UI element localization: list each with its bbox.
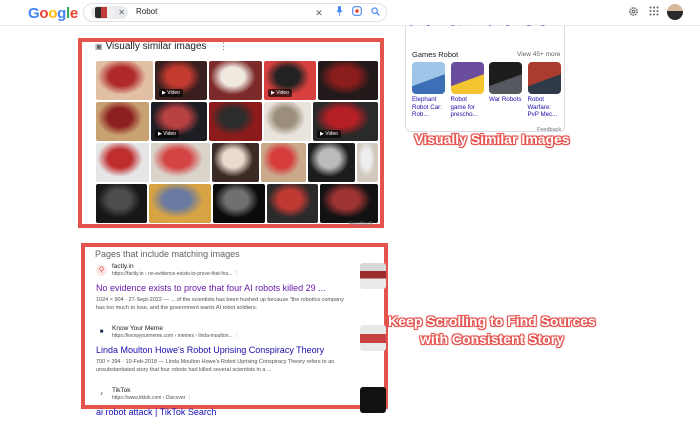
game-thumbnail[interactable] [412,62,445,94]
result-title-link[interactable]: No evidence exists to prove that four AI… [96,283,326,293]
result-url[interactable]: https://www.tiktok.com › Discover ⋮ [112,395,192,401]
similar-image[interactable] [320,184,378,223]
similar-image[interactable] [149,184,211,223]
section-title: ▣ Visually similar images [95,41,207,52]
game-card[interactable]: Robot Warfare: PvP Mec... [527,62,561,119]
similar-image[interactable] [357,143,378,182]
mic-icon[interactable] [332,6,346,20]
similar-image[interactable] [96,61,153,100]
result-snippet: 700 × 394 · 10-Feb-2018 — Linda Moulton … [96,359,335,373]
logo-letter: G [28,5,40,22]
similar-image[interactable] [267,184,318,223]
image-icon: ▣ [95,42,103,51]
similar-image[interactable] [96,143,149,182]
similar-image[interactable] [212,143,259,182]
game-label[interactable]: Robot Warfare: PvP Mec... [528,96,561,119]
video-badge: ▶ Video [268,89,292,97]
search-icon[interactable] [368,6,382,20]
feedback-link[interactable]: Feedback [349,221,373,227]
result-site-name[interactable]: TikTok [112,387,131,394]
search-result[interactable]: Qfactly.in https://factly.in › no-evidenc… [96,263,386,323]
similar-image[interactable]: ▶ Video [155,61,207,100]
section-title: Pages that include matching images [95,249,240,259]
more-options-icon[interactable]: ⋮ [219,41,228,52]
site-favicon-icon: ♪ [96,389,107,400]
clear-icon[interactable]: ✕ [312,6,326,20]
search-box[interactable]: ✕ Robot ✕ [83,3,387,22]
similar-image[interactable] [308,143,355,182]
image-grid: ▶ Video ▶ Video ▶ Video ▶ Video [96,57,380,223]
game-card[interactable]: Robot game for prescho... [450,62,484,119]
result-title-link[interactable]: Linda Moulton Howe's Robot Uprising Cons… [96,345,324,355]
result-snippet: 1024 × 904 · 27-Sept-2022 — ... of the s… [96,297,344,311]
visually-similar-section: ▣ Visually similar images ⋮ ▶ Video ▶ Vide… [78,38,384,228]
matching-pages-section: Pages that include matching images Qfact… [81,243,388,417]
game-thumbnail[interactable] [527,62,561,94]
settings-icon[interactable] [626,6,640,20]
game-card[interactable]: War Robots [489,62,522,104]
account-avatar[interactable] [667,4,683,20]
similar-image[interactable] [96,102,149,141]
annotation-visually-similar: Visually Similar Images [414,131,570,147]
similar-image[interactable]: ▶ Video [151,102,207,141]
similar-image[interactable] [261,143,306,182]
header-bar: Google ✕ Robot ✕ [0,0,700,26]
search-result[interactable]: ■ Know Your Meme https://knowyourmeme.com … [96,325,386,385]
view-more-link[interactable]: View 45+ more [517,51,560,58]
logo-letter: g [57,5,66,22]
similar-image[interactable] [96,184,147,223]
game-label[interactable]: Elephant Robot Car: Rob... [412,96,445,119]
games-panel: Games Robot View 45+ more Elephant Robot… [405,26,565,133]
similar-image[interactable] [213,184,265,223]
logo-letter: e [69,5,78,22]
similar-image[interactable] [264,102,311,141]
game-label[interactable]: Robot game for prescho... [451,96,484,119]
similar-image[interactable] [318,61,378,100]
logo-letter: o [48,5,58,22]
similar-image[interactable]: ▶ Video [264,61,316,100]
logo-letter: o [39,5,49,22]
site-favicon-icon: ■ [96,327,107,338]
similar-image[interactable]: ▶ Video [313,102,378,141]
video-badge: ▶ Video [159,89,183,97]
result-thumbnail[interactable] [360,387,386,413]
result-site-name[interactable]: Know Your Meme [112,325,163,332]
image-query-chip[interactable]: ✕ [91,6,128,19]
game-thumbnail[interactable] [450,62,484,94]
similar-image[interactable] [209,61,262,100]
apps-grid-icon[interactable] [647,6,661,20]
search-result[interactable]: ♪ TikTok https://www.tiktok.com › Discover… [96,387,386,431]
similar-image[interactable] [209,102,262,141]
result-title-link[interactable]: ai robot attack | TikTok Search [96,407,216,417]
game-label[interactable]: War Robots [489,96,522,104]
google-lens-results-page: Google ✕ Robot ✕ Smart R...Rob [0,0,700,431]
similar-image[interactable] [151,143,210,182]
google-logo[interactable]: Google [28,5,78,22]
game-thumbnail[interactable] [489,62,522,94]
result-url[interactable]: https://factly.in › no-evidence-exists-t… [112,271,239,277]
query-thumbnail [95,7,115,18]
video-badge: ▶ Video [155,130,179,138]
result-url[interactable]: https://knowyourmeme.com › memes › linda… [112,333,239,339]
remove-image-icon[interactable]: ✕ [118,6,125,19]
result-thumbnail[interactable] [360,263,386,289]
annotation-keep-scrolling: Keep Scrolling to Find Sources with Cons… [388,313,596,347]
site-favicon-icon: Q [96,265,107,276]
result-site-name[interactable]: factly.in [112,263,134,270]
video-badge: ▶ Video [317,130,341,138]
game-card[interactable]: Elephant Robot Car: Rob... [412,62,445,119]
search-query-text[interactable]: Robot [136,7,157,16]
lens-icon[interactable] [350,6,364,20]
games-title: Games Robot [412,50,459,59]
